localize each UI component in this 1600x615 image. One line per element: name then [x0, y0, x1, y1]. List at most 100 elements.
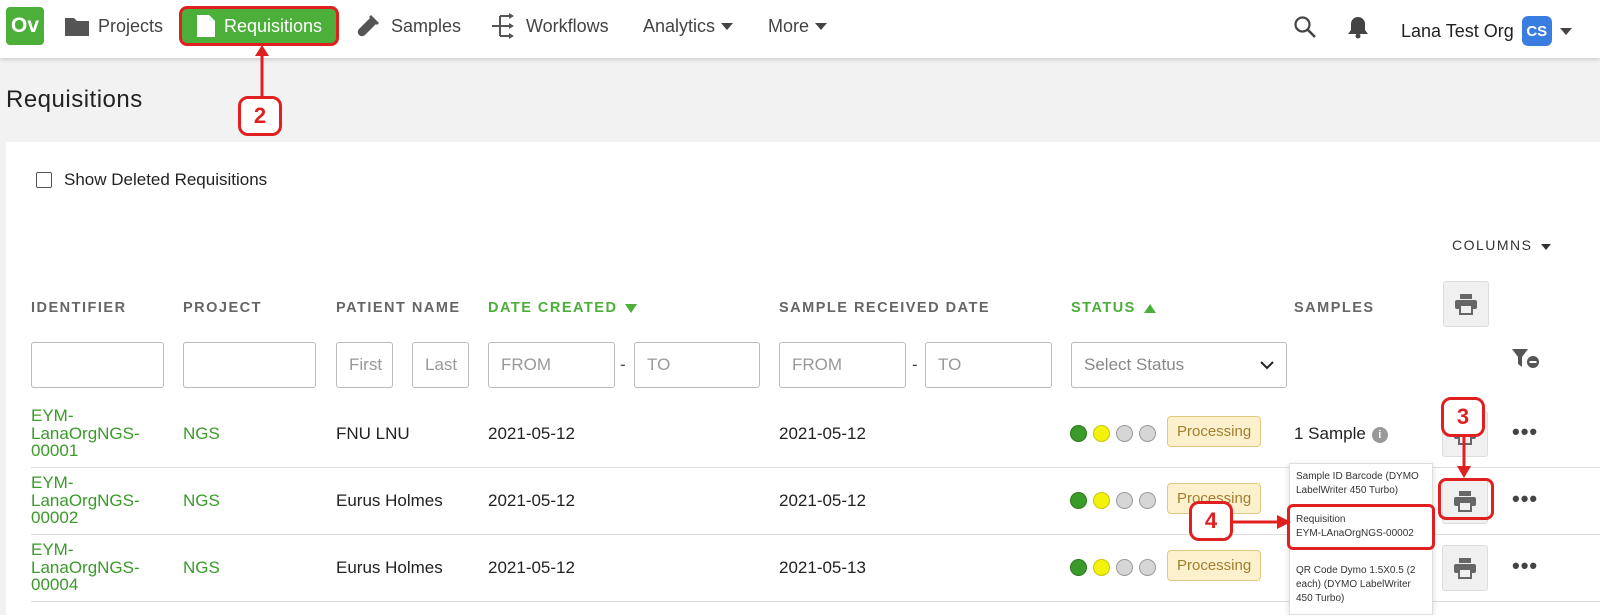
patient-first-name-input[interactable] [336, 342, 393, 388]
header-identifier[interactable]: IDENTIFIER [31, 300, 127, 316]
workflow-icon [492, 13, 514, 39]
requisition-id-link[interactable]: EYM- LanaOrgNGS- 00002 [31, 474, 151, 527]
patient-last-name-input[interactable] [412, 342, 469, 388]
nav-requisitions-label: Requisitions [224, 15, 323, 36]
page-title: Requisitions [6, 86, 143, 113]
range-dash: - [912, 355, 918, 374]
requisition-id-link[interactable]: EYM- LanaOrgNGS- 00004 [31, 541, 151, 594]
caret-down-icon [721, 22, 734, 30]
sample-received-date: 2021-05-12 [779, 491, 866, 510]
id-part: LanaOrgNGS- [31, 423, 140, 443]
header-samples[interactable]: SAMPLES [1294, 300, 1375, 316]
chevron-down-icon [1260, 361, 1274, 370]
header-status-label: STATUS [1071, 300, 1136, 316]
project-link[interactable]: NGS [183, 424, 220, 444]
id-part: EYM- [31, 540, 74, 559]
status-dot [1139, 425, 1156, 442]
nav-projects[interactable]: Projects [64, 8, 163, 44]
header-status[interactable]: STATUS [1071, 300, 1156, 316]
identifier-filter-input[interactable] [31, 342, 164, 388]
nav-samples-label: Samples [391, 15, 462, 36]
print-button[interactable] [1442, 545, 1488, 591]
date-created-to-input[interactable] [634, 342, 760, 388]
status-dot [1070, 559, 1087, 576]
nav-more[interactable]: More [768, 8, 828, 44]
date-created: 2021-05-12 [488, 558, 575, 577]
table-row[interactable]: EYM- LanaOrgNGS- 00001 NGS FNU LNU 2021-… [31, 401, 1600, 468]
print-menu: Sample ID Barcode (DYMO LabelWriter 450 … [1287, 463, 1435, 615]
status-dot [1093, 492, 1110, 509]
search-icon[interactable] [1293, 15, 1317, 39]
status-progress-dots [1070, 559, 1156, 576]
clear-filters-icon[interactable] [1511, 348, 1539, 370]
status-dot [1116, 425, 1133, 442]
date-created: 2021-05-12 [488, 424, 575, 443]
status-dot [1093, 559, 1110, 576]
print-all-button[interactable] [1443, 281, 1489, 327]
app-logo[interactable]: Ov [6, 7, 44, 45]
patient-name: Eurus Holmes [336, 491, 443, 510]
info-icon[interactable]: i [1371, 427, 1388, 443]
nav-requisitions[interactable]: Requisitions [179, 6, 340, 46]
columns-button[interactable]: COLUMNS [1452, 237, 1551, 253]
print-option-sample-barcode[interactable]: Sample ID Barcode (DYMO LabelWriter 450 … [1290, 464, 1432, 504]
show-deleted-checkbox[interactable] [36, 172, 52, 188]
print-option-requisition[interactable]: Requisition EYM-LAnaOrgNGS-00002 [1287, 504, 1435, 550]
nav-more-label: More [768, 15, 810, 36]
more-actions-icon[interactable]: ••• [1512, 553, 1538, 579]
highlight-ring [1438, 478, 1494, 520]
caret-down-icon [1540, 243, 1551, 250]
status-select[interactable]: Select Status [1071, 342, 1287, 388]
nav-analytics[interactable]: Analytics [643, 8, 734, 44]
document-icon [197, 15, 215, 37]
more-actions-icon[interactable]: ••• [1512, 486, 1538, 512]
org-name: Lana Test Org [1401, 20, 1514, 41]
status-dot [1070, 492, 1087, 509]
status-badge: Processing [1167, 550, 1262, 581]
id-part: EYM- [31, 406, 74, 425]
folder-icon [65, 18, 89, 36]
header-sample-received-date[interactable]: SAMPLE RECEIVED DATE [779, 300, 990, 316]
callout-2: 2 [238, 96, 282, 136]
received-to-input[interactable] [925, 342, 1052, 388]
print-option-qr-code[interactable]: QR Code Dymo 1.5X0.5 (2 each) (DYMO Labe… [1290, 558, 1432, 612]
print-option-sublabel: EYM-LAnaOrgNGS-00002 [1296, 528, 1414, 539]
status-dot [1070, 425, 1087, 442]
id-part: 00001 [31, 441, 79, 460]
patient-name: FNU LNU [336, 424, 410, 443]
bell-icon[interactable] [1347, 15, 1369, 39]
patient-name: Eurus Holmes [336, 558, 443, 577]
header-project[interactable]: PROJECT [183, 300, 262, 316]
received-from-input[interactable] [779, 342, 906, 388]
samples-count-label: 1 Sample [1294, 424, 1366, 443]
status-dot [1116, 559, 1133, 576]
caret-down-icon [815, 22, 828, 30]
nav-workflows[interactable]: Workflows [490, 8, 609, 44]
id-part: EYM- [31, 473, 74, 492]
id-part: LanaOrgNGS- [31, 557, 140, 577]
avatar: CS [1521, 16, 1552, 46]
top-nav-bar: Ov Projects Requisitions Samples Workflo… [0, 0, 1600, 58]
id-part: LanaOrgNGS- [31, 490, 140, 510]
date-created-from-input[interactable] [488, 342, 615, 388]
status-dot [1116, 492, 1133, 509]
org-menu[interactable]: Lana Test Org CS [1401, 16, 1572, 46]
nav-samples[interactable]: Samples [355, 8, 461, 44]
status-select-value: Select Status [1084, 355, 1185, 374]
range-dash: - [620, 355, 626, 374]
status-badge: Processing [1167, 416, 1262, 447]
sample-received-date: 2021-05-12 [779, 424, 866, 443]
header-date-created[interactable]: DATE CREATED [488, 300, 638, 316]
print-option-label: Requisition [1296, 514, 1346, 525]
project-link[interactable]: NGS [183, 558, 220, 578]
status-progress-dots [1070, 492, 1156, 509]
callout-4: 4 [1189, 501, 1233, 541]
header-patient-name[interactable]: PATIENT NAME [336, 300, 461, 316]
show-deleted-toggle[interactable]: Show Deleted Requisitions [36, 170, 267, 190]
project-filter-input[interactable] [183, 342, 316, 388]
status-dot [1093, 425, 1110, 442]
more-actions-icon[interactable]: ••• [1512, 419, 1538, 445]
requisition-id-link[interactable]: EYM- LanaOrgNGS- 00001 [31, 407, 151, 460]
printer-icon [1455, 294, 1477, 315]
project-link[interactable]: NGS [183, 491, 220, 511]
